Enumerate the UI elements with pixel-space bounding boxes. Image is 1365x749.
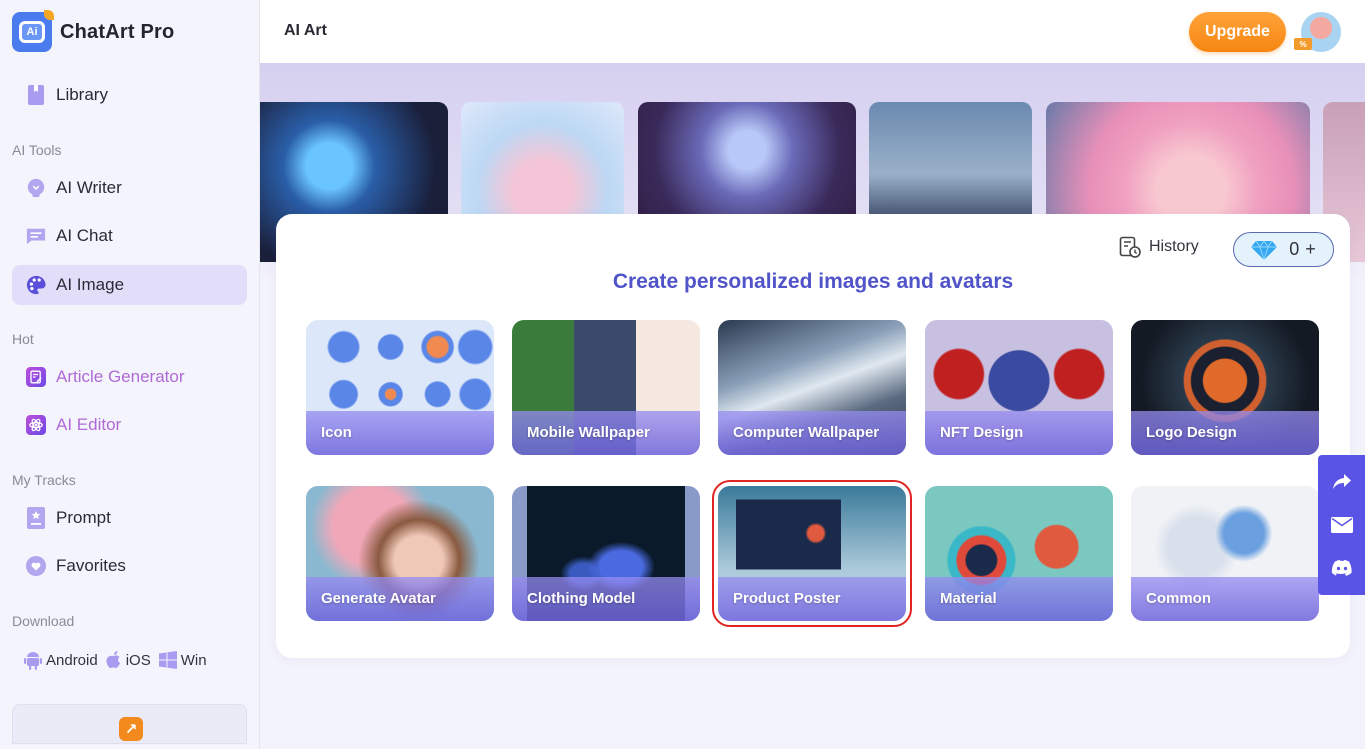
history-label: History: [1149, 238, 1199, 255]
category-card-mobile-wallpaper[interactable]: Mobile Wallpaper: [512, 320, 700, 455]
download-label: iOS: [125, 651, 151, 669]
sidebar-item-label: AI Image: [56, 275, 125, 294]
sidebar-item-label: AI Writer: [56, 178, 122, 197]
card-label: NFT Design: [940, 424, 1024, 441]
sidebar: Ai ChatArt Pro Library AI Tools AI Write…: [0, 0, 260, 749]
discord-icon: [1331, 559, 1352, 576]
floating-share-bar: [1318, 455, 1365, 595]
android-icon: [24, 652, 42, 670]
sidebar-item-label: AI Chat: [56, 226, 113, 245]
windows-icon: [158, 651, 177, 669]
download-windows[interactable]: Win: [158, 651, 207, 669]
card-label: Logo Design: [1146, 424, 1237, 441]
sidebar-item-article-generator[interactable]: Article Generator: [12, 357, 247, 397]
create-panel: History 0 + Create personalized images a…: [276, 214, 1350, 658]
share-button[interactable]: [1328, 468, 1356, 496]
discord-button[interactable]: [1328, 554, 1356, 582]
card-label: Clothing Model: [527, 590, 636, 607]
category-card-nft-design[interactable]: NFT Design: [925, 320, 1113, 455]
mail-icon: [1330, 516, 1353, 533]
credits-button[interactable]: 0 +: [1233, 232, 1334, 267]
card-label: Mobile Wallpaper: [527, 424, 650, 441]
atom-icon: [26, 415, 46, 435]
prompt-icon: [26, 507, 46, 529]
top-header: AI Art Upgrade %: [260, 0, 1365, 63]
promo-box[interactable]: ↗: [12, 704, 247, 744]
section-download: Download: [12, 613, 75, 629]
mail-button[interactable]: [1328, 511, 1356, 539]
avatar-discount-badge: %: [1294, 38, 1312, 50]
main-content: History 0 + Create personalized images a…: [260, 63, 1365, 749]
share-icon: [1332, 474, 1351, 490]
logo-text: Ai: [19, 21, 45, 43]
sidebar-item-prompt[interactable]: Prompt: [12, 498, 247, 538]
diamond-icon: [1251, 239, 1278, 260]
sidebar-item-label: Article Generator: [56, 367, 185, 386]
sidebar-item-ai-writer[interactable]: AI Writer: [12, 168, 247, 208]
brand-logo-icon: Ai: [12, 10, 54, 52]
category-card-icon[interactable]: Icon: [306, 320, 494, 455]
lightbulb-icon: [26, 178, 46, 198]
article-edit-icon: [26, 367, 46, 387]
sidebar-item-ai-image[interactable]: AI Image: [12, 265, 247, 305]
section-my-tracks: My Tracks: [12, 472, 76, 488]
bookmark-icon: [26, 85, 46, 105]
sidebar-item-label: Library: [56, 85, 108, 104]
credits-count: 0: [1289, 239, 1300, 259]
history-icon: [1119, 236, 1141, 258]
arrow-up-right-icon: ↗: [119, 717, 143, 741]
card-label: Computer Wallpaper: [733, 424, 880, 441]
sidebar-item-ai-editor[interactable]: AI Editor: [12, 405, 247, 445]
sidebar-item-library[interactable]: Library: [12, 75, 247, 115]
download-android[interactable]: Android: [24, 650, 98, 670]
palette-icon: [26, 275, 46, 295]
add-credits-icon: +: [1305, 239, 1316, 259]
sidebar-item-label: Favorites: [56, 556, 126, 575]
logo-corner: [44, 10, 54, 20]
card-label: Common: [1146, 590, 1211, 607]
download-links: Android iOS Win: [24, 650, 215, 670]
section-hot: Hot: [12, 331, 34, 347]
sidebar-item-label: Prompt: [56, 508, 111, 527]
card-label: Material: [940, 590, 997, 607]
panel-title: Create personalized images and avatars: [612, 270, 1014, 293]
apple-icon: [106, 651, 120, 668]
card-label: Icon: [321, 424, 352, 441]
sidebar-item-label: AI Editor: [56, 415, 122, 434]
category-card-material[interactable]: Material: [925, 486, 1113, 621]
card-label: Product Poster: [733, 590, 841, 607]
download-ios[interactable]: iOS: [106, 650, 151, 670]
category-card-common[interactable]: Common: [1131, 486, 1319, 621]
section-ai-tools: AI Tools: [12, 142, 62, 158]
category-card-logo-design[interactable]: Logo Design: [1131, 320, 1319, 455]
chat-icon: [26, 226, 46, 246]
category-card-clothing-model[interactable]: Clothing Model: [512, 486, 700, 621]
page-title: AI Art: [284, 22, 327, 39]
download-label: Win: [180, 651, 207, 669]
download-label: Android: [46, 651, 98, 669]
history-button[interactable]: History: [1119, 236, 1199, 258]
category-card-generate-avatar[interactable]: Generate Avatar: [306, 486, 494, 621]
brand-name: ChatArt Pro: [60, 20, 175, 43]
heart-icon: [26, 556, 46, 576]
sidebar-item-favorites[interactable]: Favorites: [12, 546, 247, 586]
brand[interactable]: Ai ChatArt Pro: [12, 10, 175, 52]
upgrade-button[interactable]: Upgrade: [1189, 12, 1286, 52]
sidebar-item-ai-chat[interactable]: AI Chat: [12, 216, 247, 256]
category-card-product-poster[interactable]: Product Poster: [712, 480, 912, 627]
category-card-computer-wallpaper[interactable]: Computer Wallpaper: [718, 320, 906, 455]
card-label: Generate Avatar: [321, 590, 436, 607]
